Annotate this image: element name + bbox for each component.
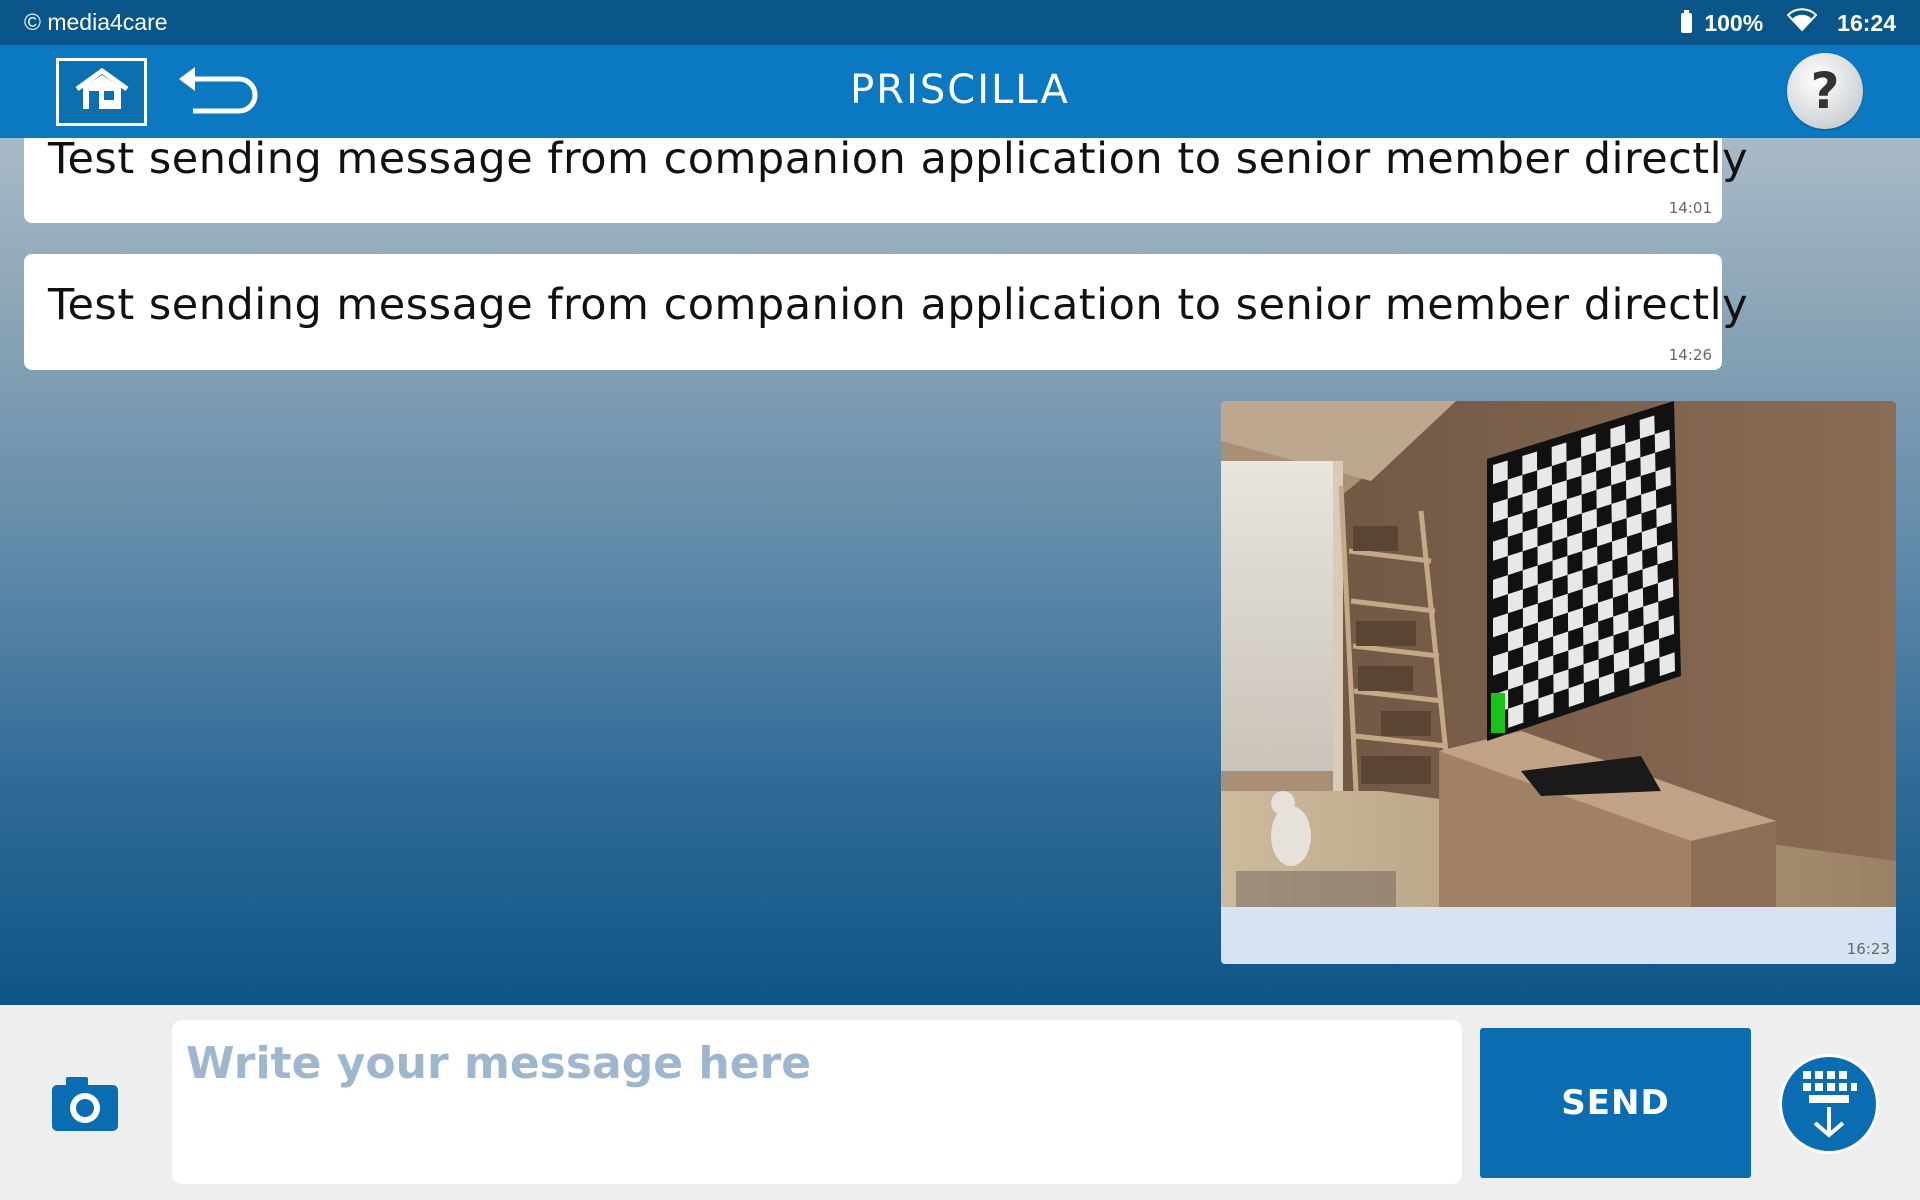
room-photo[interactable] (1221, 401, 1896, 907)
message-time: 14:26 (1668, 346, 1712, 364)
composer-bar: SEND (0, 1005, 1920, 1200)
keyboard-hide-icon (1803, 1071, 1857, 1138)
status-indicators: 100% 16:24 (1681, 8, 1896, 38)
chat-area[interactable]: Test sending message from companion appl… (0, 138, 1920, 1005)
battery-level: 100% (1704, 9, 1764, 36)
help-icon: ? (1810, 62, 1840, 120)
message-bubble: Test sending message from companion appl… (24, 138, 1748, 223)
help-button[interactable]: ? (1787, 53, 1863, 129)
message-time: 16:23 (1846, 940, 1890, 958)
message-input[interactable] (172, 1020, 1462, 1184)
status-bar: © media4care 100% 16:24 (0, 0, 1920, 45)
message-text: Test sending message from companion appl… (48, 138, 1749, 184)
app-bar: PRISCILLA ? (0, 45, 1920, 138)
message-text: Test sending message from companion appl… (48, 280, 1749, 330)
keyboard-toggle-button[interactable] (1779, 1054, 1879, 1154)
battery-icon (1681, 10, 1693, 33)
camera-icon (52, 1077, 118, 1131)
image-message[interactable]: 16:23 (1221, 401, 1896, 964)
message-bubble: Test sending message from companion appl… (24, 254, 1748, 370)
send-button[interactable]: SEND (1480, 1028, 1751, 1178)
clock: 16:24 (1837, 9, 1896, 36)
message-time: 14:01 (1668, 199, 1712, 217)
page-title: PRISCILLA (850, 67, 1070, 113)
wifi-icon (1786, 8, 1818, 38)
copyright-text: © media4care (24, 9, 168, 35)
camera-button[interactable] (52, 1075, 118, 1131)
